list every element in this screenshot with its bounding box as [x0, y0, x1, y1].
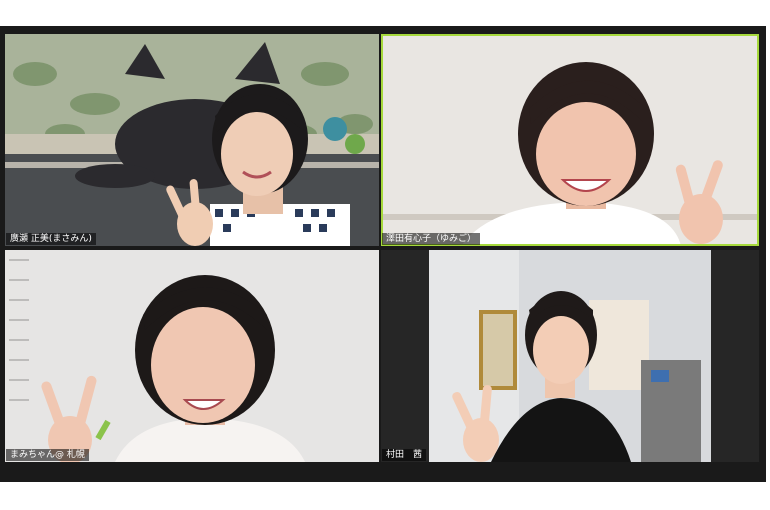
participant-video-image [5, 250, 379, 462]
video-grid: 廣瀬 正美(まさみん) 澤田有心子（ゆみご） まみちゃん@ 札幌 村田 茜 [0, 26, 766, 482]
participant-video-image [5, 34, 379, 246]
participant-name-label: 澤田有心子（ゆみご） [382, 233, 481, 245]
participant-name-label: まみちゃん@ 札幌 [6, 449, 89, 461]
participant-name-label: 村田 茜 [382, 449, 427, 461]
participant-name-label: 廣瀬 正美(まさみん) [6, 233, 96, 245]
participant-video-tile[interactable]: 村田 茜 [381, 250, 759, 462]
participant-video-image [381, 250, 759, 462]
participant-video-tile-active-speaker[interactable]: 澤田有心子（ゆみご） [381, 34, 759, 246]
participant-video-tile[interactable]: 廣瀬 正美(まさみん) [5, 34, 379, 246]
participant-video-image [381, 34, 759, 246]
participant-video-tile[interactable]: まみちゃん@ 札幌 [5, 250, 379, 462]
